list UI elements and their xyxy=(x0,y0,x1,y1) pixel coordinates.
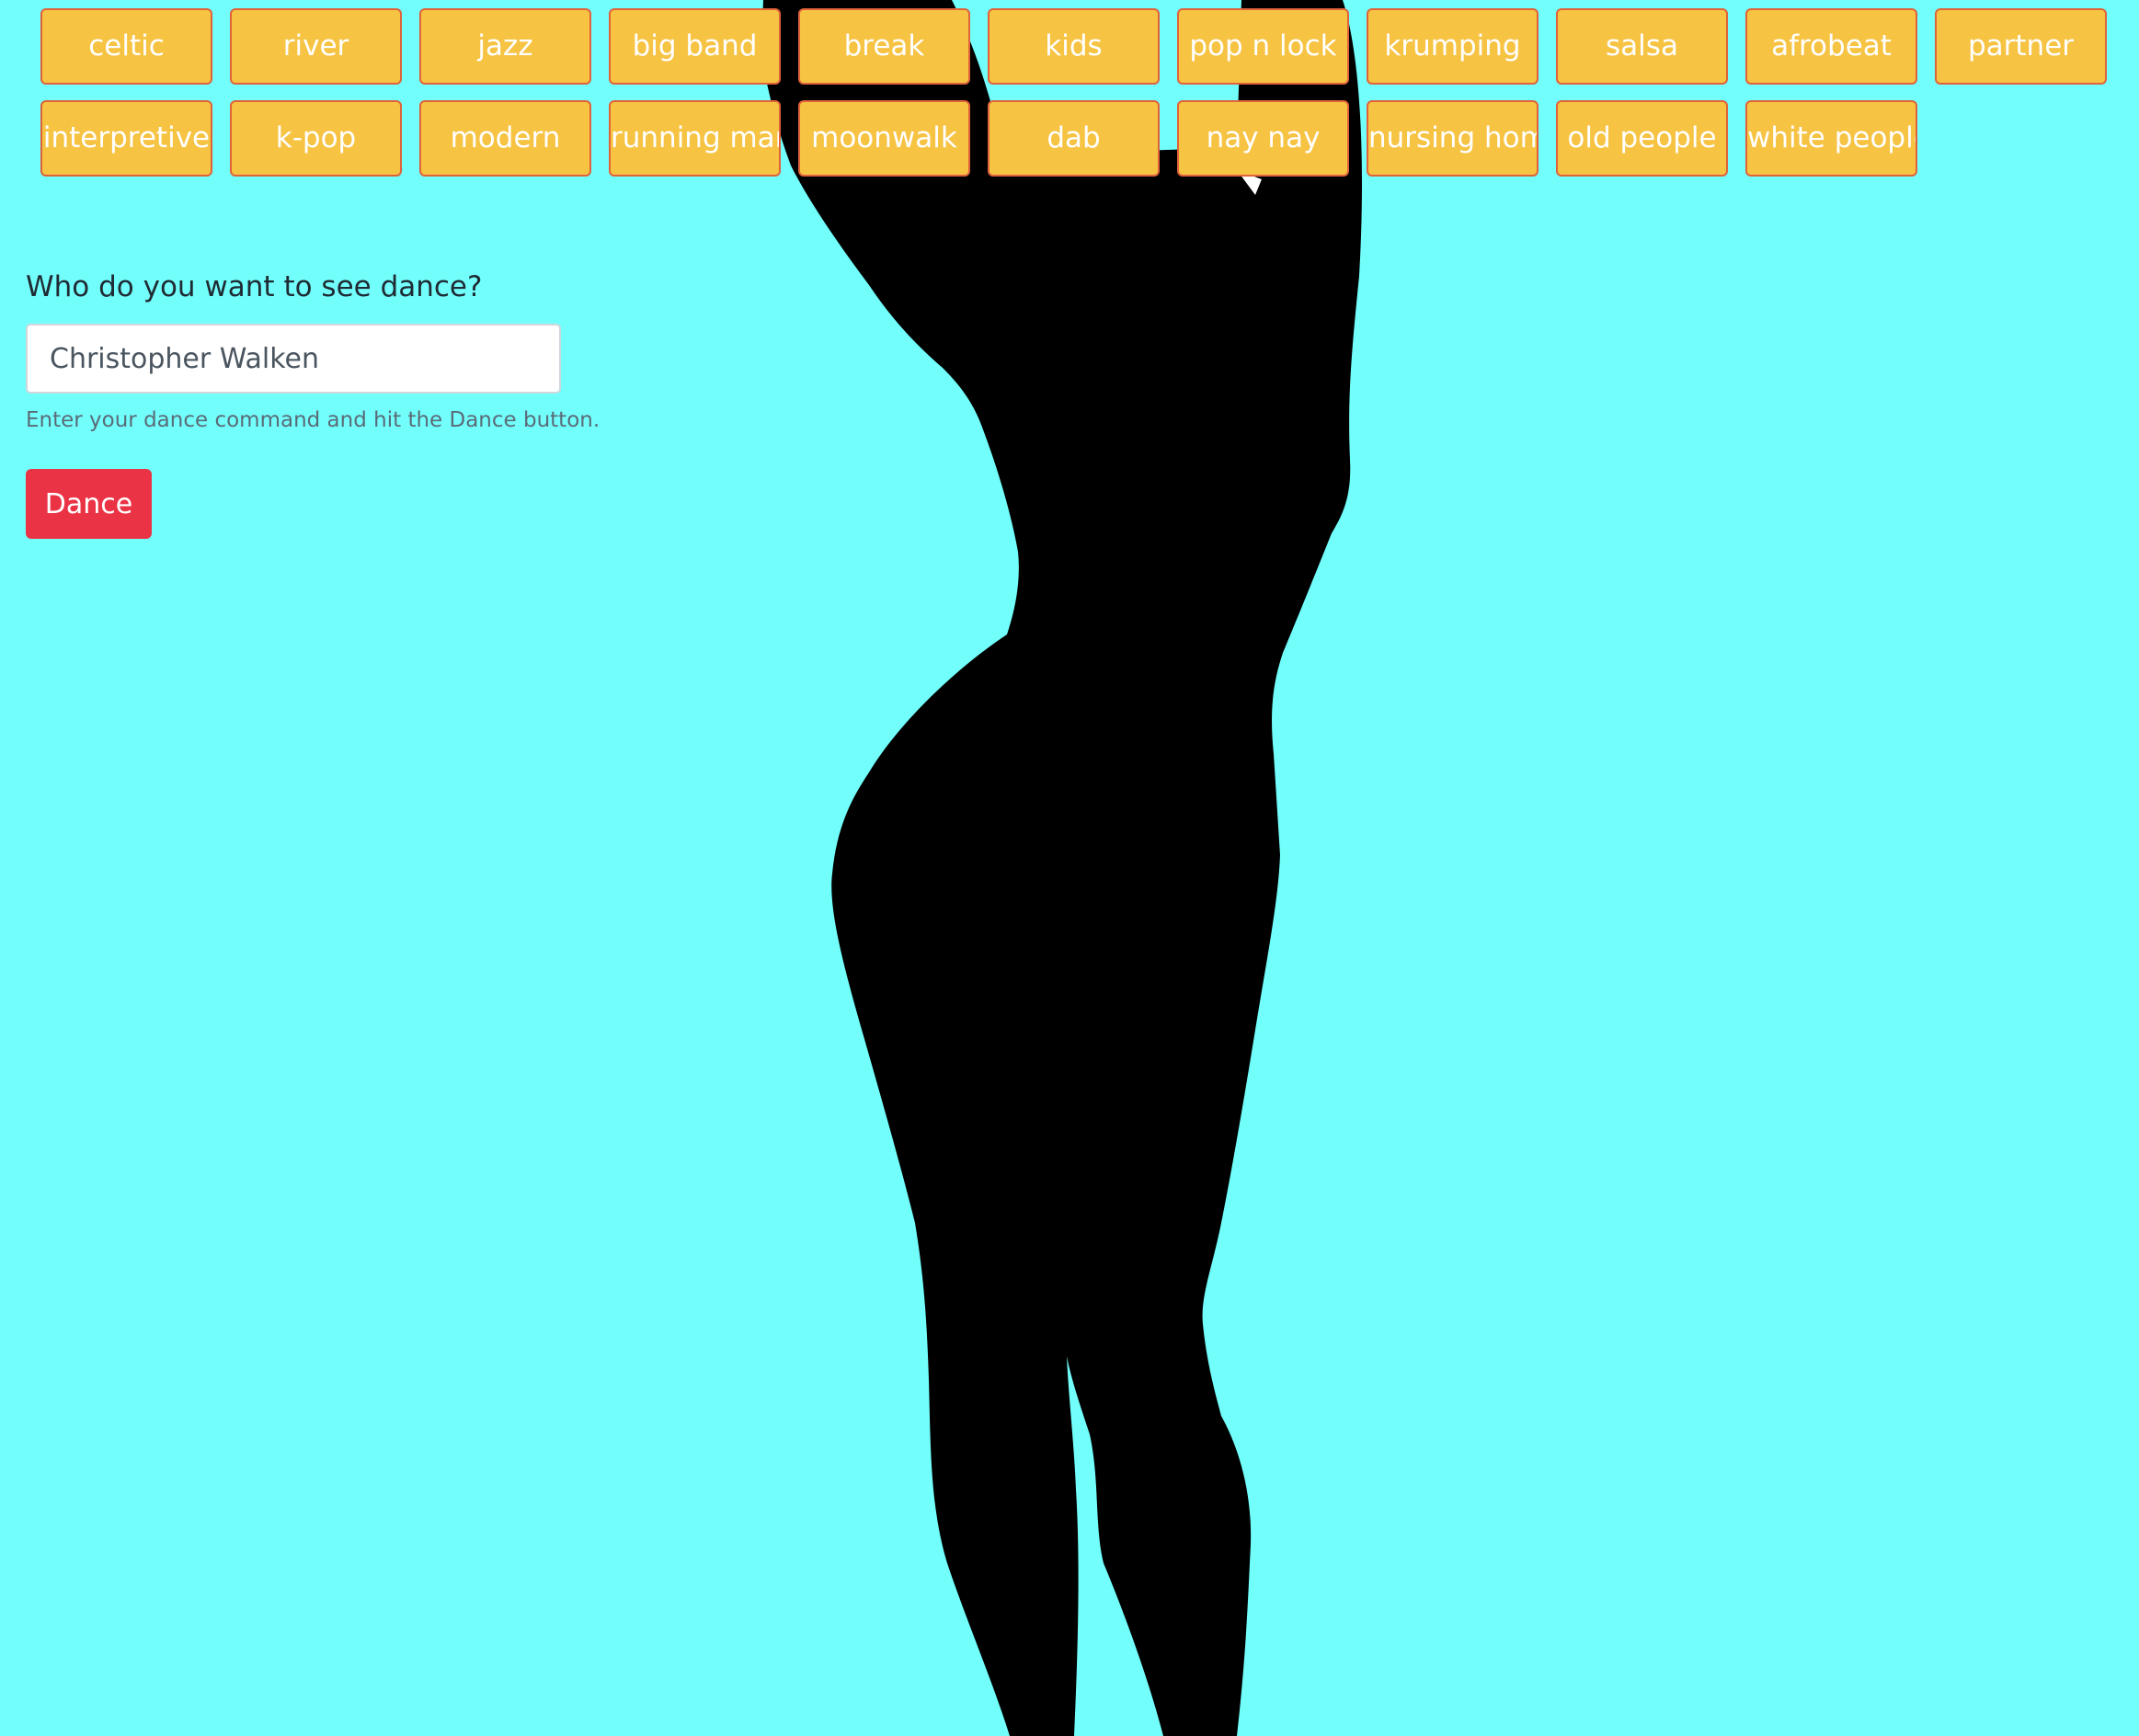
chip-white-people[interactable]: white people xyxy=(1745,100,1917,177)
chip-krumping[interactable]: krumping xyxy=(1367,8,1538,85)
dancer-silhouette-icon xyxy=(761,0,1362,1736)
chip-pop-n-lock[interactable]: pop n lock xyxy=(1177,8,1349,85)
chip-jazz[interactable]: jazz xyxy=(419,8,591,85)
chip-modern[interactable]: modern xyxy=(419,100,591,177)
chip-moonwalk[interactable]: moonwalk xyxy=(798,100,970,177)
dance-form: Who do you want to see dance? Enter your… xyxy=(26,267,600,539)
chip-k-pop[interactable]: k-pop xyxy=(230,100,402,177)
chip-break[interactable]: break xyxy=(798,8,970,85)
dancer-name-input[interactable] xyxy=(26,324,561,394)
help-text: Enter your dance command and hit the Dan… xyxy=(26,408,601,432)
chip-interpretive[interactable]: interpretive xyxy=(40,100,212,177)
chip-partner[interactable]: partner xyxy=(1935,8,2107,85)
chip-celtic[interactable]: celtic xyxy=(40,8,212,85)
chip-running-man[interactable]: running man xyxy=(609,100,781,177)
chip-big-band[interactable]: big band xyxy=(609,8,781,85)
chip-nay-nay[interactable]: nay nay xyxy=(1177,100,1349,177)
chip-river[interactable]: river xyxy=(230,8,402,85)
dance-button[interactable]: Dance xyxy=(26,469,152,539)
dance-question-label: Who do you want to see dance? xyxy=(26,270,483,303)
chip-nursing-home[interactable]: nursing home xyxy=(1367,100,1538,177)
chip-dab[interactable]: dab xyxy=(988,100,1160,177)
chip-kids[interactable]: kids xyxy=(988,8,1160,85)
chip-salsa[interactable]: salsa xyxy=(1556,8,1728,85)
dance-page: celtic river jazz big band break kids po… xyxy=(0,0,2139,1736)
chip-old-people[interactable]: old people xyxy=(1556,100,1728,177)
chip-afrobeat[interactable]: afrobeat xyxy=(1745,8,1917,85)
